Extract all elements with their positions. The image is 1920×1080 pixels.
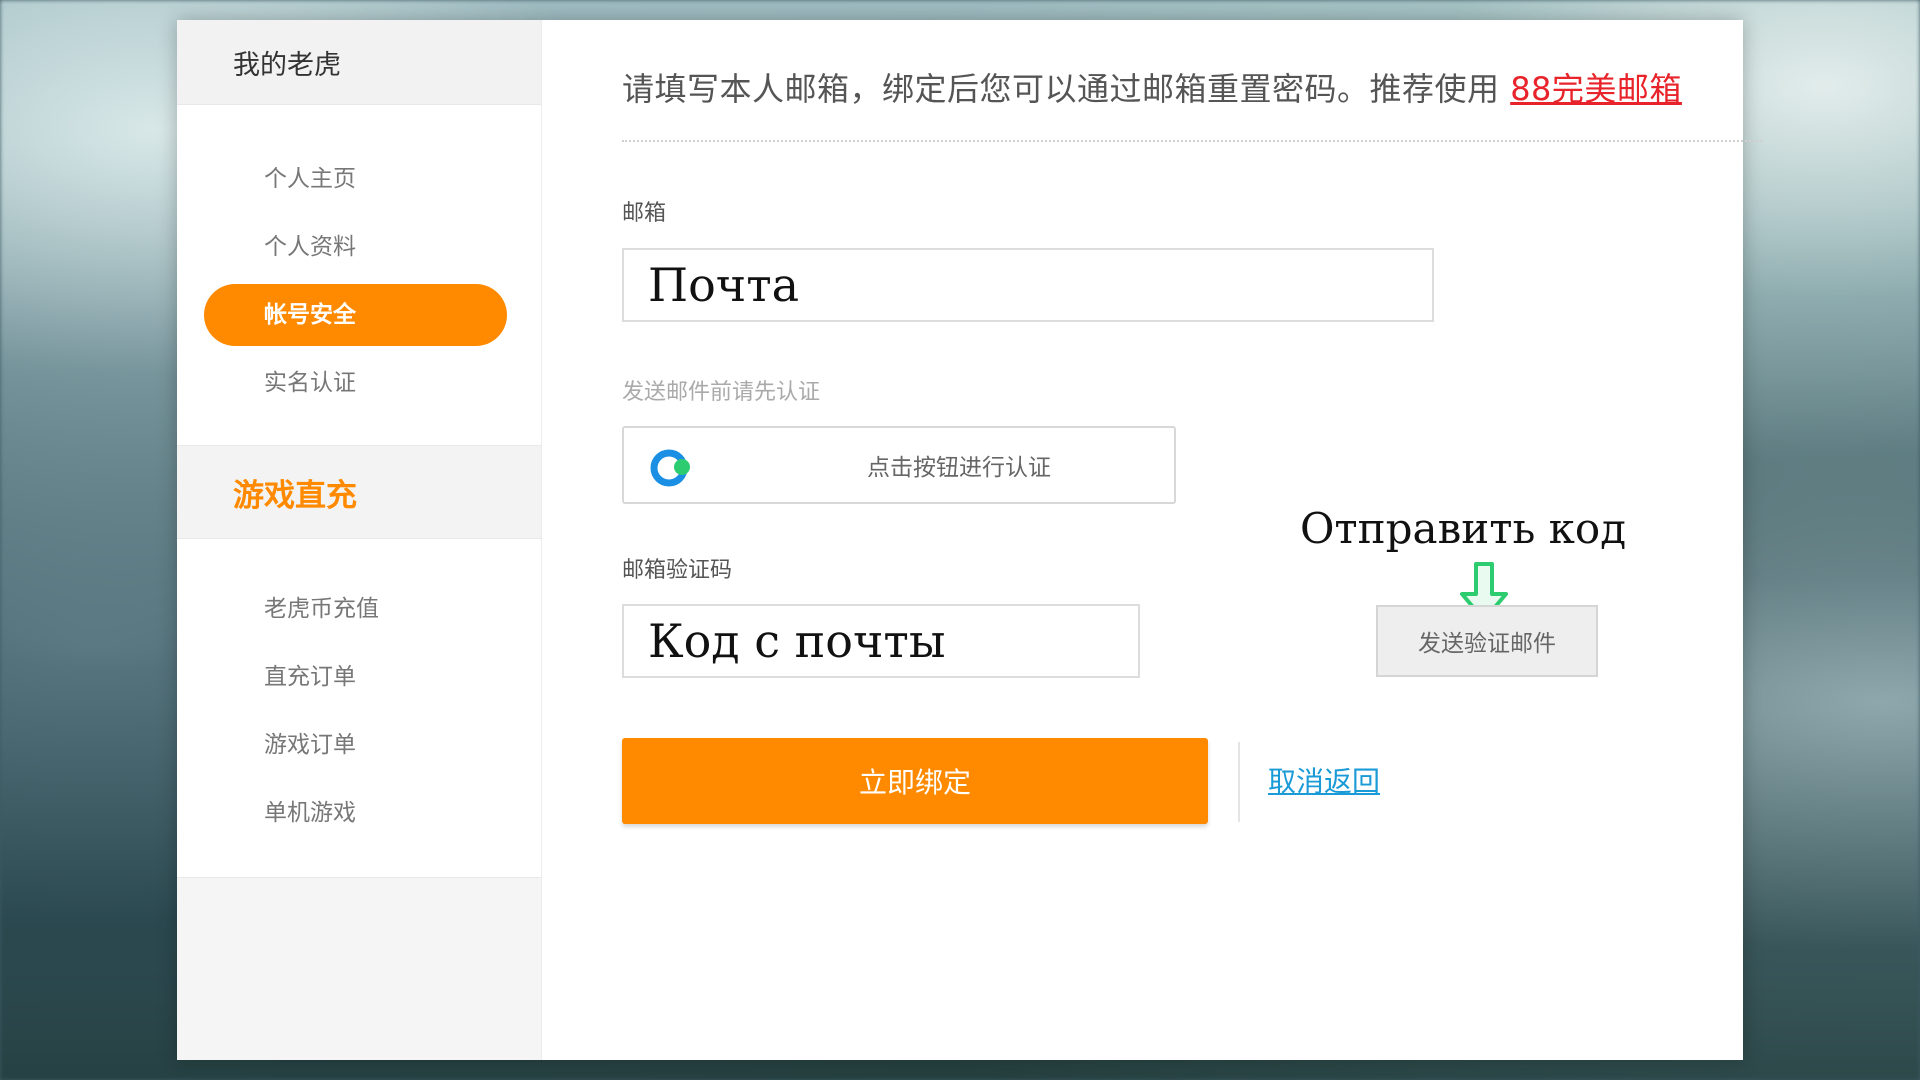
sidebar-item-single-games[interactable]: 单机游戏 [177,779,541,847]
sidebar-item-coin-recharge[interactable]: 老虎币充值 [177,575,541,643]
bind-now-button[interactable]: 立即绑定 [622,738,1208,824]
send-verification-email-button[interactable]: 发送验证邮件 [1376,605,1598,677]
notice-text: 请填写本人邮箱，绑定后您可以通过邮箱重置密码。推荐使用 [622,70,1511,108]
game-menu: 老虎币充值 直充订单 游戏订单 单机游戏 [177,539,541,878]
main-content: 请填写本人邮箱，绑定后您可以通过邮箱重置密码。推荐使用 88完美邮箱 邮箱 发送… [542,20,1762,1060]
verify-hint: 发送邮件前请先认证 [622,380,821,405]
sidebar-header: 我的老虎 [177,20,541,105]
sidebar: 我的老虎 个人主页 个人资料 帐号安全 实名认证 游戏直充 老虎币充值 直充订单… [177,20,542,1060]
sidebar-item-real-name[interactable]: 实名认证 [177,349,541,417]
sidebar-item-account-security[interactable]: 帐号安全 [204,284,507,346]
email-notice: 请填写本人邮箱，绑定后您可以通过邮箱重置密码。推荐使用 88完美邮箱 [622,64,1762,142]
sidebar-item-topup-orders[interactable]: 直充订单 [177,643,541,711]
button-divider [1238,742,1240,822]
email-code-input[interactable] [622,604,1140,678]
account-menu: 个人主页 个人资料 帐号安全 实名认证 [177,105,541,446]
email-label: 邮箱 [622,201,667,226]
settings-card: 我的老虎 个人主页 个人资料 帐号安全 实名认证 游戏直充 老虎币充值 直充订单… [177,20,1762,1060]
verify-button-label: 点击按钮进行认证 [867,455,1051,481]
sidebar-item-profile-home[interactable]: 个人主页 [177,145,541,213]
code-label: 邮箱验证码 [622,558,733,583]
mail-service-link[interactable]: 88完美邮箱 [1510,70,1682,108]
sidebar-section-game-topup: 游戏直充 [177,446,541,539]
sidebar-item-game-orders[interactable]: 游戏订单 [177,711,541,779]
email-input[interactable] [622,248,1434,322]
cancel-return-link[interactable]: 取消返回 [1268,760,1380,800]
annotation-send-code: Отправить код [1300,504,1627,553]
captcha-verify-button[interactable]: 点击按钮进行认证 [622,426,1176,504]
sidebar-item-profile-info[interactable]: 个人资料 [177,213,541,281]
